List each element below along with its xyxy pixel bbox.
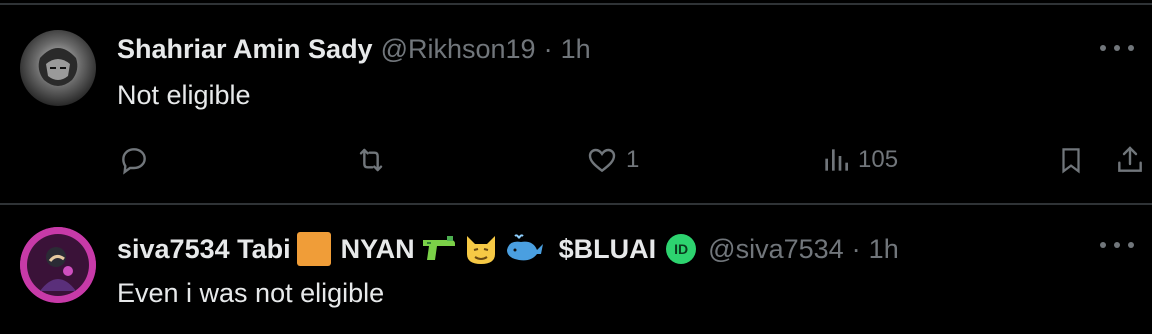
tweet[interactable]: Shahriar Amin Sady @Rikhson19 · 1h Not e…: [0, 0, 1152, 203]
reply-button[interactable]: [118, 140, 150, 180]
more-icon-dot: [1128, 45, 1134, 51]
timestamp[interactable]: 1h: [561, 34, 591, 65]
more-button[interactable]: [1100, 38, 1134, 58]
cat-face-emoji: [466, 236, 495, 264]
user-handle[interactable]: @Rikhson19: [381, 34, 536, 65]
more-icon: [1100, 242, 1106, 248]
more-icon-dot: [1114, 242, 1120, 248]
avatar[interactable]: [20, 30, 96, 106]
views-icon: [825, 149, 848, 171]
heart-icon: [588, 148, 616, 173]
id-badge-icon: ID: [666, 234, 697, 264]
share-icon: [1118, 146, 1142, 172]
display-name-part[interactable]: NYAN: [341, 234, 415, 265]
retweet-button[interactable]: [354, 140, 388, 180]
tweet[interactable]: siva7534 Tabi NYAN $BLUAI ID @siva7534 ·…: [0, 205, 1152, 334]
display-name-part[interactable]: siva7534 Tabi: [117, 234, 291, 265]
display-name[interactable]: Shahriar Amin Sady: [117, 34, 373, 65]
avatar[interactable]: [20, 227, 96, 303]
more-icon-dot: [1128, 242, 1134, 248]
user-handle[interactable]: @siva7534: [708, 234, 844, 265]
like-button[interactable]: 1: [584, 140, 639, 180]
reply-icon: [122, 148, 146, 175]
share-button[interactable]: [1114, 140, 1146, 180]
separator-dot: ·: [851, 233, 861, 264]
retweet-icon: [359, 148, 383, 172]
display-name-part[interactable]: $BLUAI: [559, 234, 657, 265]
views-count: 105: [858, 146, 899, 173]
views-button[interactable]: 105: [820, 140, 898, 180]
tweet-header: Shahriar Amin Sady @Rikhson19 · 1h: [117, 34, 591, 65]
more-icon-dot: [1114, 45, 1120, 51]
water-pistol-emoji: [422, 236, 455, 260]
bookmark-button[interactable]: [1056, 140, 1086, 180]
separator-dot: ·: [543, 34, 553, 64]
orange-square-emoji: [296, 232, 331, 266]
more-button[interactable]: [1100, 235, 1134, 255]
whale-emoji: [506, 234, 543, 261]
like-count: 1: [626, 146, 640, 173]
tweet-text: Not eligible: [117, 80, 251, 110]
more-icon: [1100, 45, 1106, 51]
tweet-text: Even i was not eligible: [117, 278, 385, 308]
timestamp[interactable]: 1h: [869, 234, 899, 265]
tweet-header: siva7534 Tabi NYAN $BLUAI ID @siva7534 ·…: [117, 232, 899, 266]
action-bar: 1 105: [0, 140, 1152, 180]
bookmark-icon: [1062, 148, 1080, 174]
